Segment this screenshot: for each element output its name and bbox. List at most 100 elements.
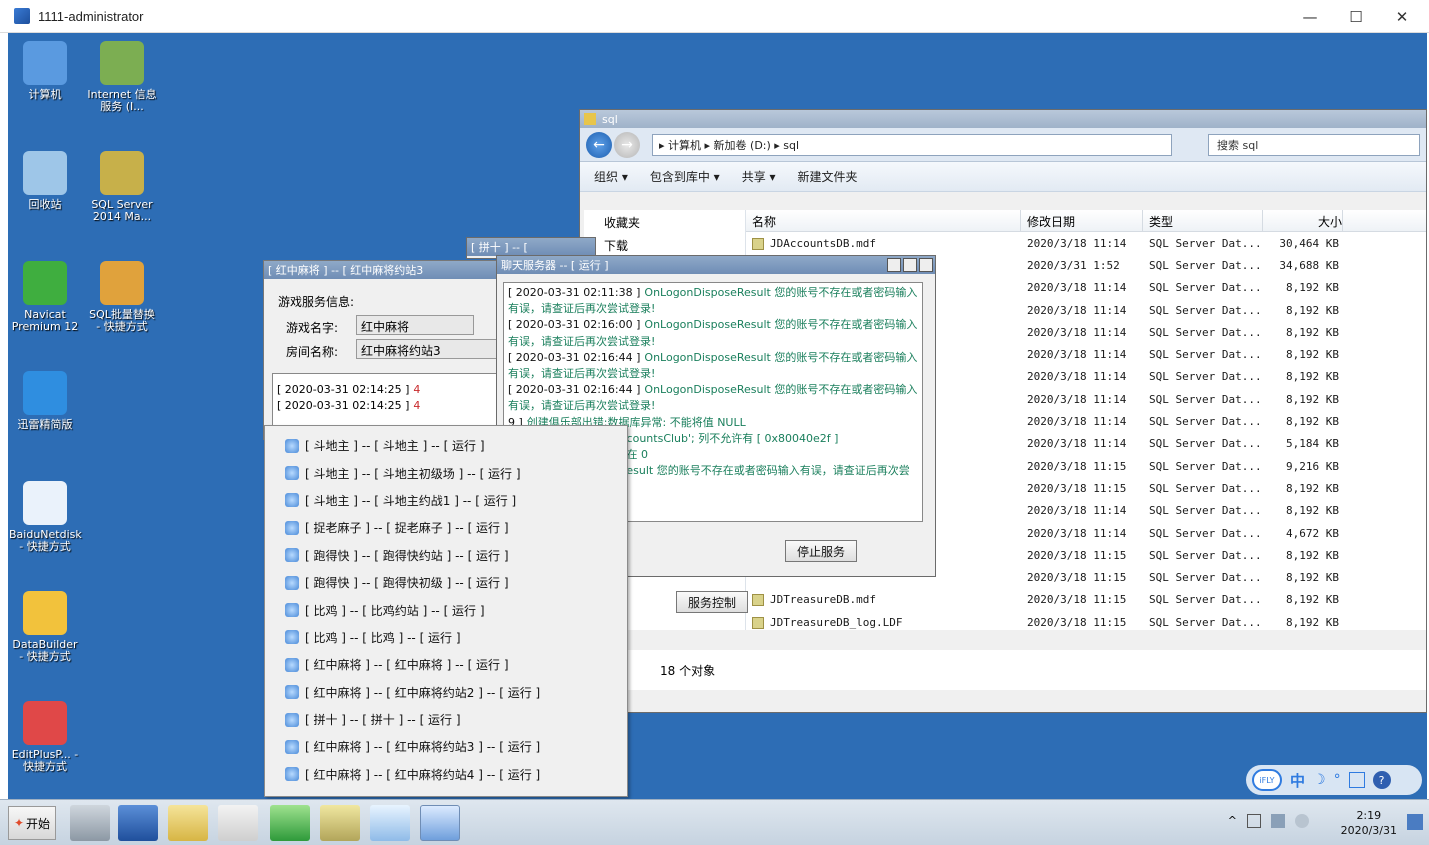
- close-button[interactable]: ✕: [1379, 0, 1425, 33]
- address-input[interactable]: ▸ 计算机 ▸ 新加卷 (D:) ▸ sql: [652, 133, 1172, 156]
- command-3[interactable]: 新建文件夹: [798, 168, 858, 185]
- chat-close-icon[interactable]: [919, 258, 933, 272]
- server-menu-item[interactable]: [ 红中麻将 ] -- [ 红中麻将约站3 ] -- [ 运行 ]: [265, 733, 627, 760]
- maximize-button[interactable]: ☐: [1333, 0, 1379, 33]
- file-type: SQL Server Dat...: [1149, 459, 1262, 473]
- file-explorer-icon[interactable]: [168, 805, 208, 841]
- server-menu-item[interactable]: [ 红中麻将 ] -- [ 红中麻将约站2 ] -- [ 运行 ]: [265, 679, 627, 706]
- taskbar: ✦ 开始 ^ 2:19 2020/3/31: [0, 799, 1429, 845]
- file-type: SQL Server Dat...: [1149, 236, 1262, 250]
- file-row[interactable]: JDTreasureDB.mdf 2020/3/18 11:15 SQL Serve…: [746, 589, 1426, 611]
- file-date: 2020/3/18 11:15: [1027, 571, 1127, 585]
- chat-server-task-icon[interactable]: [370, 805, 410, 841]
- back-arrow-icon[interactable]: ←: [586, 131, 612, 158]
- start-button[interactable]: ✦ 开始: [8, 806, 56, 840]
- server-menu-item[interactable]: [ 斗地主 ] -- [ 斗地主约战1 ] -- [ 运行 ]: [265, 487, 627, 514]
- clock[interactable]: 2:19 2020/3/31: [1341, 808, 1397, 838]
- forward-arrow-icon[interactable]: →: [614, 131, 640, 158]
- desktop-icon[interactable]: SQL Server 2014 Ma...: [86, 151, 158, 223]
- file-type: SQL Server Dat...: [1149, 571, 1262, 585]
- game-window-title[interactable]: [ 红中麻将 ] -- [ 红中麻将约站3: [264, 261, 502, 279]
- chat-minimize-icon[interactable]: [887, 258, 901, 272]
- server-menu-item[interactable]: [ 比鸡 ] -- [ 比鸡约站 ] -- [ 运行 ]: [265, 596, 627, 623]
- desktop-icon-label: Navicat Premium 12: [11, 308, 79, 333]
- server-icon: [285, 548, 299, 563]
- ifly-icon[interactable]: iFLY: [1252, 769, 1282, 791]
- keyboard-icon[interactable]: [1348, 772, 1365, 788]
- server-menu-item[interactable]: [ 红中麻将 ] -- [ 红中麻将 ] -- [ 运行 ]: [265, 651, 627, 678]
- desktop-icon[interactable]: 计算机: [9, 41, 81, 101]
- recycle-service-icon[interactable]: [270, 805, 310, 841]
- server-menu-item[interactable]: [ 跑得快 ] -- [ 跑得快初级 ] -- [ 运行 ]: [265, 569, 627, 596]
- file-size: 8,192 KB: [1286, 615, 1339, 629]
- chat-maximize-icon[interactable]: [903, 258, 917, 272]
- moon-icon[interactable]: ☽: [1313, 772, 1326, 788]
- server-icon: [285, 438, 299, 453]
- file-size: 9,216 KB: [1286, 459, 1339, 473]
- game-server-task-icon[interactable]: [420, 805, 460, 841]
- server-menu-item[interactable]: [ 比鸡 ] -- [ 比鸡 ] -- [ 运行 ]: [265, 624, 627, 651]
- file-size: 4,672 KB: [1286, 526, 1339, 540]
- punctuation-icon[interactable]: °: [1334, 772, 1341, 788]
- server-menu-item[interactable]: [ 跑得快 ] -- [ 跑得快约站 ] -- [ 运行 ]: [265, 542, 627, 569]
- desktop-icon[interactable]: DataBuilder - 快捷方式: [9, 591, 81, 663]
- flag-icon[interactable]: [1247, 814, 1261, 828]
- file-size: 8,192 KB: [1286, 281, 1339, 295]
- network-icon[interactable]: [1271, 814, 1285, 828]
- desktop-icon[interactable]: Internet 信息服务 (I...: [86, 41, 158, 113]
- remote-desktop-icon: [14, 8, 30, 24]
- desktop-icon[interactable]: 回收站: [9, 151, 81, 211]
- powershell-icon[interactable]: [118, 805, 158, 841]
- desktop-icon[interactable]: SQL批量替换 - 快捷方式: [86, 261, 158, 333]
- server-menu-label: [ 跑得快 ] -- [ 跑得快约站 ] -- [ 运行 ]: [305, 548, 509, 563]
- desktop-icon[interactable]: BaiduNetdisk - 快捷方式: [9, 481, 82, 553]
- column-header[interactable]: 名称: [746, 210, 1021, 231]
- tree-item[interactable]: 下载: [584, 233, 745, 256]
- game-log-msg: 4: [413, 383, 421, 396]
- tray-expand-icon[interactable]: ^: [1228, 814, 1237, 828]
- desktop-icon[interactable]: 迅雷精简版: [9, 371, 81, 431]
- command-0[interactable]: 组织 ▾: [594, 168, 628, 185]
- server-manager-icon[interactable]: [70, 805, 110, 841]
- server-menu-item[interactable]: [ 拼十 ] -- [ 拼十 ] -- [ 运行 ]: [265, 706, 627, 733]
- rdp-window-title: 1111-administrator: [38, 8, 144, 24]
- minimize-button[interactable]: —: [1287, 0, 1333, 33]
- server-icon: [285, 767, 299, 782]
- ime-chinese-mode[interactable]: 中: [1290, 770, 1305, 791]
- file-name-cell: JDTreasureDB_log.LDF: [746, 616, 1021, 629]
- service-control-button[interactable]: 服务控制: [676, 591, 748, 613]
- file-type: SQL Server Dat...: [1149, 303, 1262, 317]
- server-menu-item[interactable]: [ 捉老麻子 ] -- [ 捉老麻子 ] -- [ 运行 ]: [265, 514, 627, 541]
- server-menu-item[interactable]: [ 红中麻将 ] -- [ 红中麻将约站4 ] -- [ 运行 ]: [265, 761, 627, 788]
- column-header[interactable]: 修改日期: [1021, 210, 1143, 231]
- game-name-field[interactable]: 红中麻将: [356, 315, 474, 335]
- object-count: 18 个对象: [660, 664, 716, 678]
- baidu-netdisk-icon: [23, 481, 67, 525]
- file-row[interactable]: JDTreasureDB_log.LDF 2020/3/18 11:15 SQL S…: [746, 611, 1426, 633]
- game-name-label: 游戏名字:: [286, 321, 339, 335]
- notepad-icon[interactable]: [320, 805, 360, 841]
- chat-log-row: [ 2020-03-31 02:16:00 ] OnLogonDisposeRes…: [508, 317, 918, 349]
- file-date: 2020/3/18 11:14: [1027, 437, 1127, 451]
- column-header[interactable]: 大小: [1263, 210, 1343, 231]
- help-icon[interactable]: ?: [1372, 771, 1391, 789]
- room-name-field[interactable]: 红中麻将约站3: [356, 339, 498, 359]
- sql-replace-icon: [100, 261, 144, 305]
- background-window-title[interactable]: [ 拼十 ] -- [: [467, 238, 595, 256]
- column-header[interactable]: 类型: [1143, 210, 1263, 231]
- desktop-icon[interactable]: EditPlusP... - 快捷方式: [9, 701, 81, 773]
- server-menu-item[interactable]: [ 斗地主 ] -- [ 斗地主 ] -- [ 运行 ]: [265, 432, 627, 459]
- server-menu-item[interactable]: [ 斗地主 ] -- [ 斗地主初级场 ] -- [ 运行 ]: [265, 459, 627, 486]
- show-desktop-icon[interactable]: [1407, 814, 1423, 830]
- file-size: 34,688 KB: [1279, 258, 1339, 272]
- stop-service-button[interactable]: 停止服务: [785, 540, 857, 562]
- command-1[interactable]: 包含到库中 ▾: [650, 168, 720, 185]
- tree-item[interactable]: 收藏夹: [584, 210, 745, 233]
- command-2[interactable]: 共享 ▾: [742, 168, 776, 185]
- file-row[interactable]: JDAccountsDB.mdf 2020/3/18 11:14 SQL Serve…: [746, 232, 1426, 254]
- desktop-icon[interactable]: Navicat Premium 12: [9, 261, 81, 333]
- tool-icon[interactable]: [218, 805, 258, 841]
- desktop-icon-label: 迅雷精简版: [17, 418, 73, 431]
- volume-icon[interactable]: [1295, 814, 1309, 828]
- search-input[interactable]: 搜索 sql: [1208, 133, 1420, 156]
